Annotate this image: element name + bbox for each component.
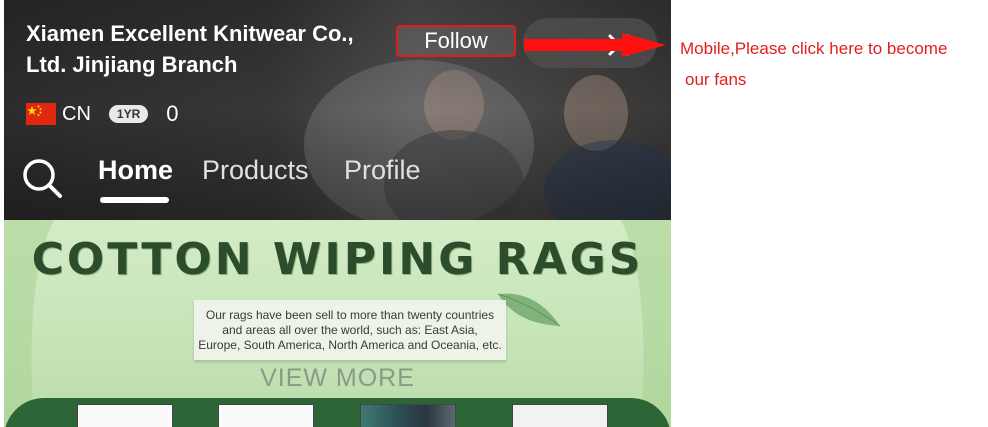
store-header-screen: Xiamen Excellent Knitwear Co., Ltd. Jinj…	[4, 0, 671, 427]
tab-products[interactable]: Products	[202, 155, 309, 186]
annotation-text: Mobile,Please click here to become our f…	[680, 33, 980, 95]
search-icon[interactable]	[20, 156, 64, 200]
product-thumbnail[interactable]	[77, 404, 173, 427]
china-flag-icon	[26, 103, 56, 125]
product-thumbnail[interactable]	[512, 404, 608, 427]
banner-description-line: Europe, South America, North America and…	[198, 338, 502, 352]
banner-description-line: Our rags have been sell to more than twe…	[205, 308, 495, 322]
active-tab-indicator	[100, 197, 169, 203]
annotation-arrow-icon	[524, 33, 666, 57]
banner-title: COTTON WIPING RAGS	[31, 234, 644, 285]
annotation-line: Mobile,Please click here to become	[680, 39, 948, 58]
country-code: CN	[62, 102, 91, 125]
banner-description-line: and areas all over the world, such as: E…	[222, 323, 478, 337]
promo-banner[interactable]: COTTON WIPING RAGS Our rags have been se…	[4, 220, 671, 427]
fans-count: 0	[166, 101, 179, 126]
product-thumbnail[interactable]	[360, 404, 456, 427]
banner-description-box: Our rags have been sell to more than twe…	[194, 300, 506, 360]
tab-home[interactable]: Home	[98, 155, 173, 186]
store-meta: CN 1YR 0	[26, 100, 178, 128]
company-name: Xiamen Excellent Knitwear Co., Ltd. Jinj…	[26, 21, 354, 77]
product-thumbnail[interactable]	[218, 404, 314, 427]
follow-button[interactable]: Follow	[396, 25, 516, 57]
years-badge: 1YR	[108, 105, 149, 123]
annotation-line: our fans	[685, 70, 747, 89]
banner-description: Our rags have been sell to more than twe…	[194, 308, 506, 353]
view-more-link[interactable]: VIEW MORE	[4, 364, 671, 393]
tab-profile[interactable]: Profile	[344, 155, 421, 186]
